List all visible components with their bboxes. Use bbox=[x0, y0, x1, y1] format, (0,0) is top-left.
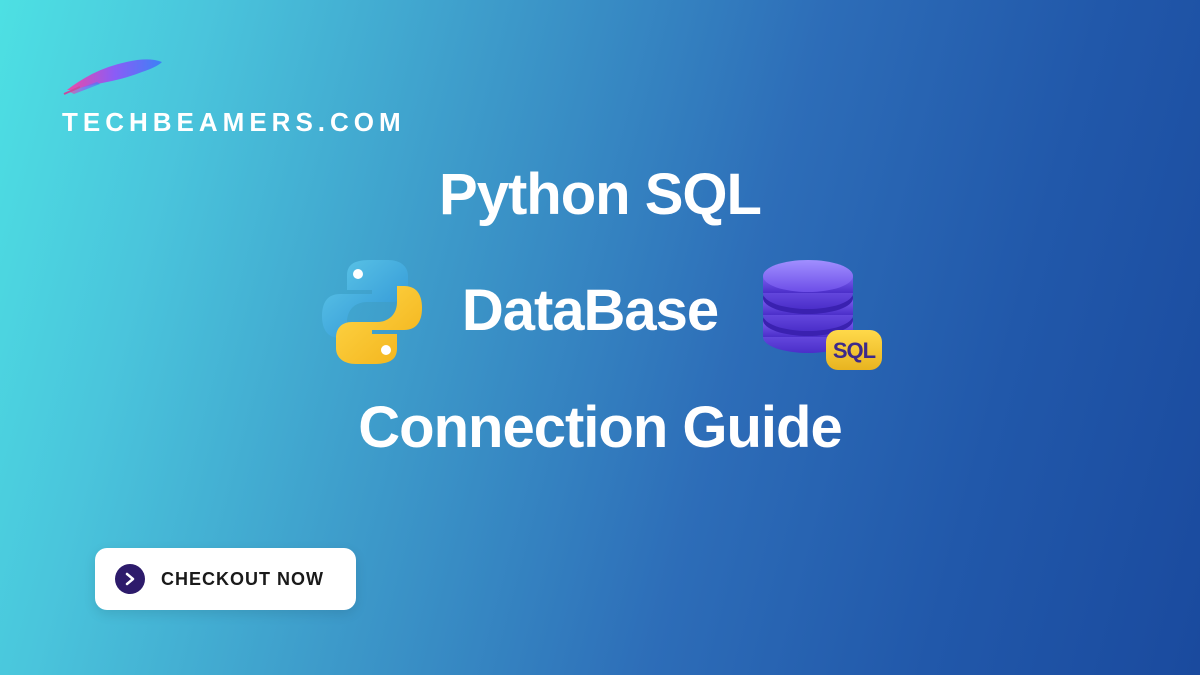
hero-line-3: Connection Guide bbox=[0, 398, 1200, 459]
python-icon bbox=[312, 252, 432, 372]
hero-title: Python SQL DataB bbox=[0, 165, 1200, 475]
checkout-button[interactable]: CHECKOUT NOW bbox=[95, 548, 356, 610]
hero-text-3: Connection Guide bbox=[358, 398, 841, 459]
hero-line-2: DataBase bbox=[0, 242, 1200, 382]
brand-name: TECHBEAMERS.COM bbox=[62, 107, 406, 138]
feather-icon bbox=[62, 52, 172, 97]
hero-line-1: Python SQL bbox=[0, 165, 1200, 226]
checkout-label: CHECKOUT NOW bbox=[161, 569, 324, 590]
sql-badge-text: SQL bbox=[833, 338, 876, 363]
chevron-right-icon bbox=[115, 564, 145, 594]
database-icon: SQL bbox=[748, 242, 888, 382]
hero-text-1: Python SQL bbox=[439, 165, 761, 226]
brand-logo-area: TECHBEAMERS.COM bbox=[62, 52, 406, 138]
hero-text-2: DataBase bbox=[462, 281, 718, 342]
